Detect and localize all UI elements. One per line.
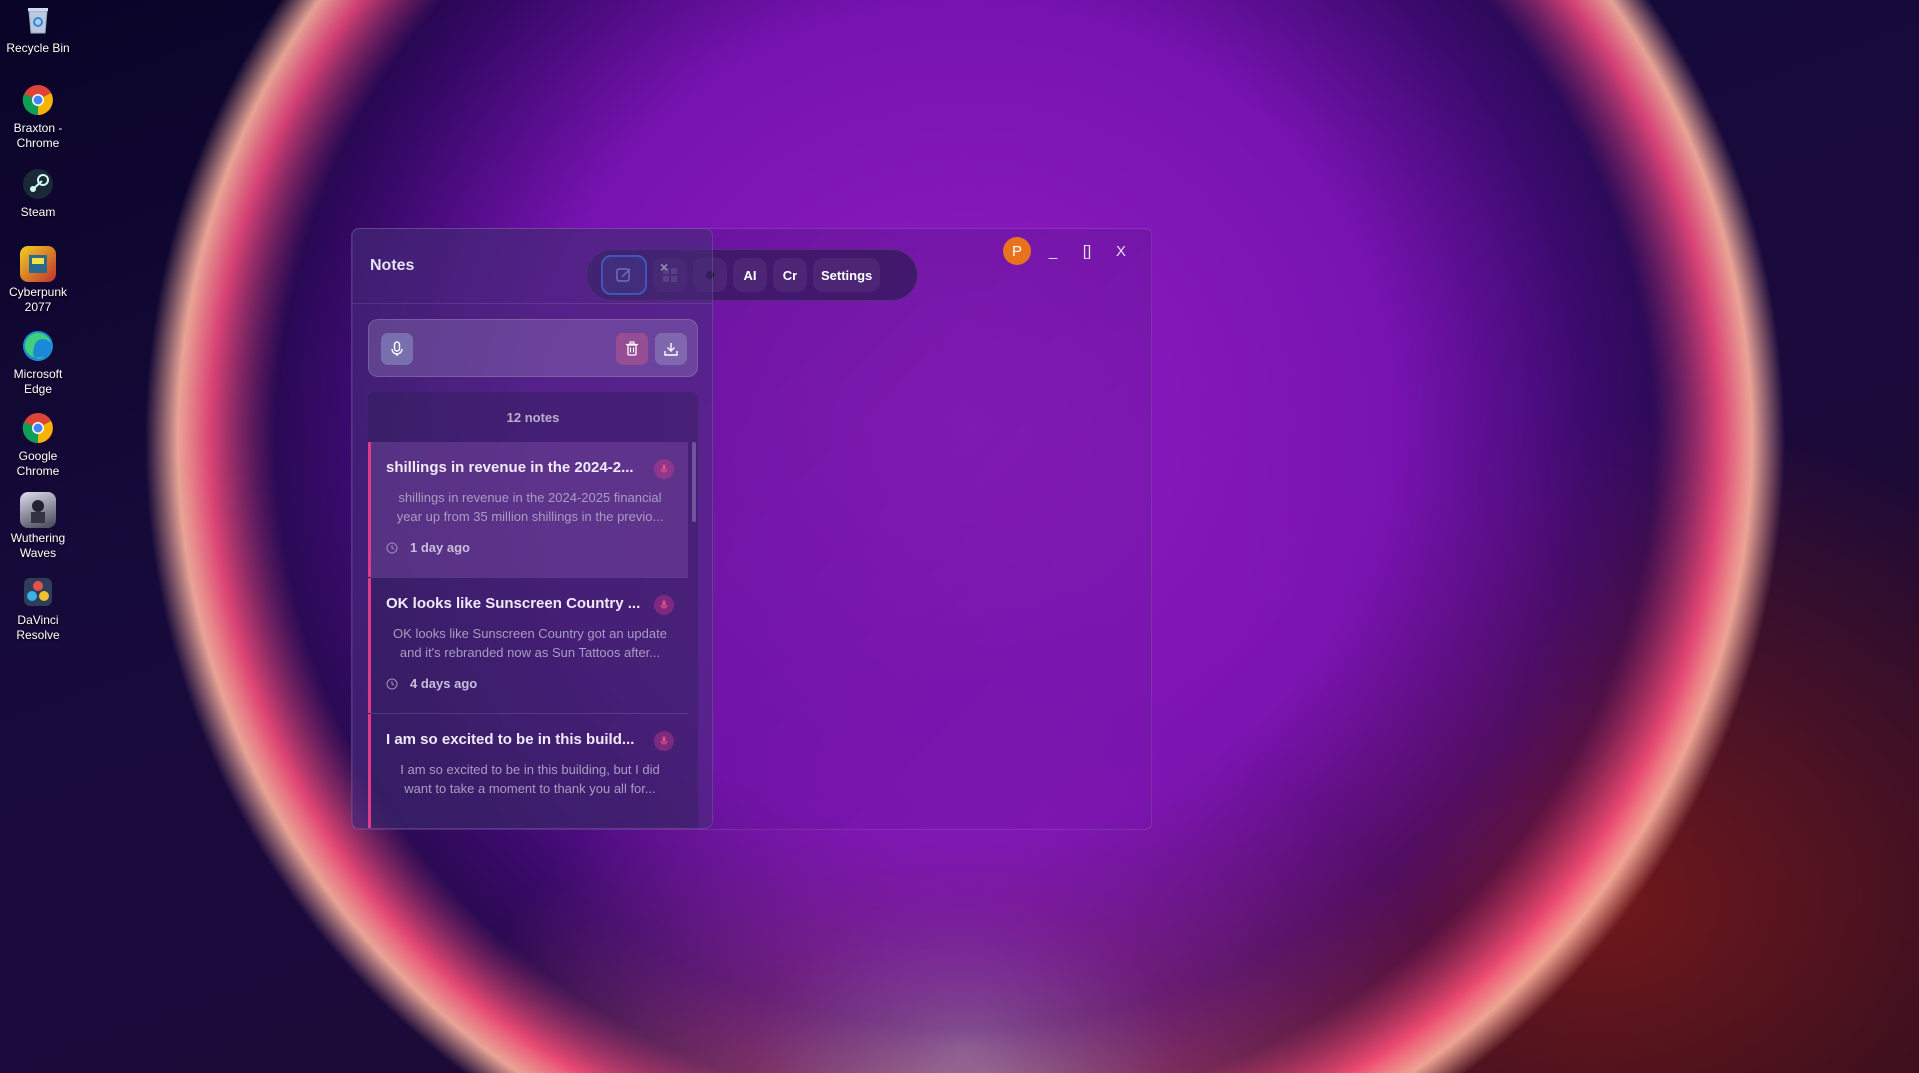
microphone-icon — [654, 459, 674, 479]
recording-bar — [368, 319, 698, 377]
desktop-icon-label: Wuthering Waves — [10, 531, 66, 560]
edge-icon — [20, 328, 56, 364]
note-title: I am so excited to be in this build... — [386, 731, 635, 748]
note-title: OK looks like Sunscreen Country ... — [386, 595, 641, 612]
maximize-button[interactable]: [] — [1075, 237, 1099, 265]
desktop-icon-davinci[interactable]: DaVinci Resolve — [0, 574, 76, 642]
close-button[interactable]: X — [1109, 237, 1133, 265]
cr-button[interactable]: Cr — [773, 258, 807, 292]
desktop-icon-label: Steam — [20, 205, 56, 219]
note-time-label: 4 days ago — [410, 676, 478, 691]
record-mic-button[interactable] — [381, 333, 413, 365]
clock-icon — [386, 541, 398, 554]
desktop-icon-edge[interactable]: Microsoft Edge — [0, 328, 76, 396]
microphone-icon — [654, 731, 674, 751]
clock-icon — [386, 677, 398, 690]
desktop-icon-label: Microsoft Edge — [13, 367, 63, 396]
notes-scrollbar[interactable] — [692, 442, 696, 522]
desktop-icon-label: Cyberpunk 2077 — [8, 285, 68, 314]
note-preview: OK looks like Sunscreen Country got an u… — [393, 626, 667, 660]
window-controls: P _ [] X — [1003, 237, 1133, 265]
download-icon — [664, 343, 678, 356]
settings-button[interactable]: Settings — [813, 258, 881, 292]
desktop-icon-steam[interactable]: Steam — [0, 166, 76, 220]
davinci-icon — [20, 574, 56, 610]
notes-panel: Notes 12 notes shillings in revenue in t… — [351, 228, 713, 829]
desktop-icon-braxton-chrome[interactable]: Braxton - Chrome — [0, 82, 76, 150]
note-item[interactable]: I am so excited to be in this build... I… — [368, 714, 688, 828]
notes-count: 12 notes — [506, 409, 560, 425]
desktop-icon-google-chrome[interactable]: Google Chrome — [0, 410, 76, 478]
note-preview: shillings in revenue in the 2024-2025 fi… — [396, 490, 664, 524]
microphone-icon — [391, 341, 403, 356]
desktop-icon-cyberpunk[interactable]: Cyberpunk 2077 — [0, 246, 76, 314]
desktop-icon-recycle-bin[interactable]: Recycle Bin — [0, 2, 76, 56]
chrome-icon — [20, 82, 56, 118]
note-title: shillings in revenue in the 2024-2... — [386, 459, 634, 476]
note-item[interactable]: OK looks like Sunscreen Country ... OK l… — [368, 578, 688, 713]
delete-button[interactable] — [616, 333, 648, 365]
desktop-icon-label: Recycle Bin — [6, 41, 70, 55]
trash-icon — [626, 341, 638, 356]
microphone-icon — [654, 595, 674, 615]
notes-header: Notes — [352, 229, 712, 304]
download-button[interactable] — [655, 333, 687, 365]
steam-icon — [20, 166, 56, 202]
notes-list: 12 notes shillings in revenue in the 202… — [368, 392, 698, 828]
avatar[interactable]: P — [1003, 237, 1031, 265]
wuthering-waves-icon — [20, 492, 56, 528]
note-item[interactable]: shillings in revenue in the 2024-2... sh… — [368, 442, 688, 577]
desktop-icon-wuthering-waves[interactable]: Wuthering Waves — [0, 492, 76, 560]
note-timestamp: 1 day ago — [386, 540, 674, 555]
cyberpunk-icon — [20, 246, 56, 282]
desktop-icon-label: DaVinci Resolve — [16, 613, 60, 642]
desktop-icon-label: Braxton - Chrome — [13, 121, 63, 150]
note-timestamp: 4 days ago — [386, 676, 674, 691]
notes-title: Notes — [370, 257, 415, 274]
note-preview: I am so excited to be in this building, … — [400, 762, 660, 796]
ai-button[interactable]: AI — [733, 258, 767, 292]
note-time-label: 1 day ago — [410, 540, 470, 555]
desktop-icon-label: Google Chrome — [16, 449, 60, 478]
minimize-button[interactable]: _ — [1041, 237, 1065, 265]
recycle-bin-icon — [20, 2, 56, 38]
chrome-icon — [20, 410, 56, 446]
